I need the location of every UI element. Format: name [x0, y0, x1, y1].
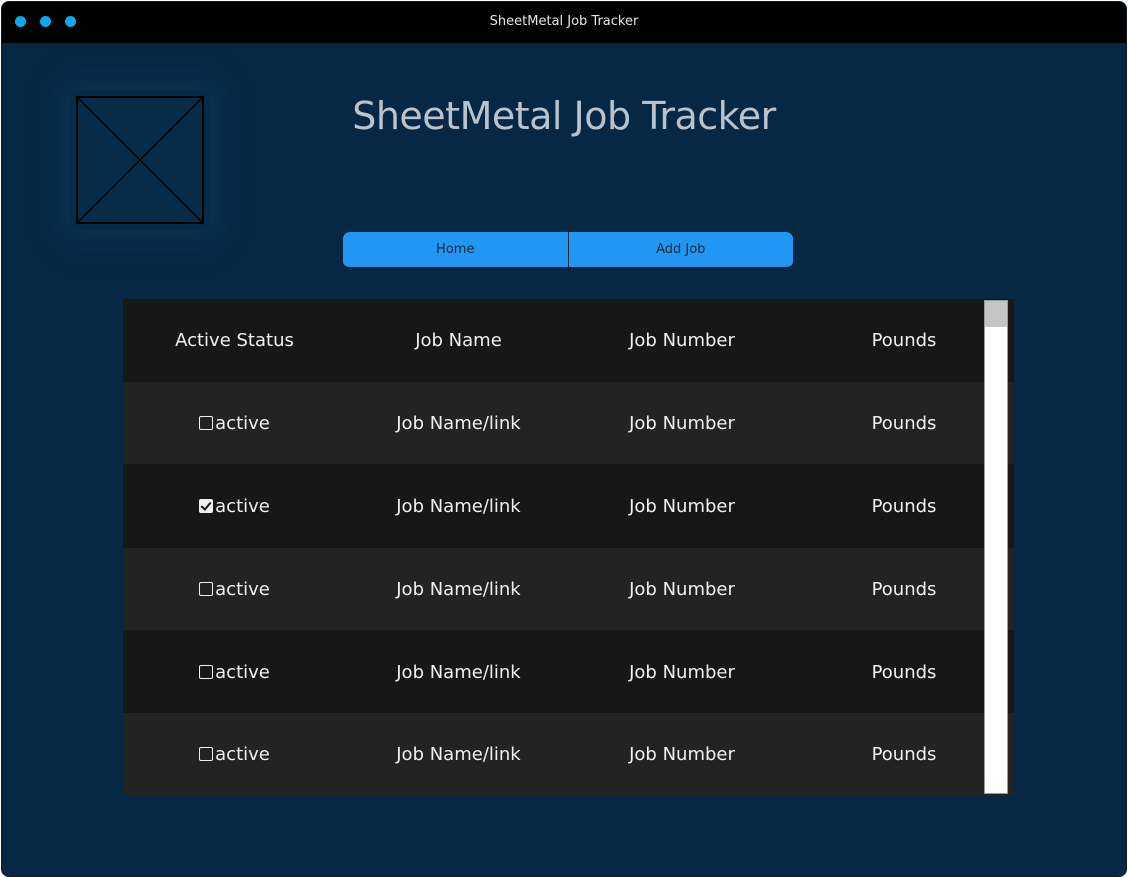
table-row: active Job Name/link Job Number Pounds	[123, 631, 1014, 713]
job-number-cell: Job Number	[629, 495, 735, 517]
pounds-cell: Pounds	[871, 743, 937, 765]
table-row: active Job Name/link Job Number Pounds	[123, 713, 1014, 795]
job-name-link[interactable]: Job Name/link	[346, 382, 571, 464]
status-label: active	[215, 412, 270, 434]
active-checkbox[interactable]	[199, 416, 214, 430]
scrollbar-thumb[interactable]	[985, 301, 1007, 327]
status-label: active	[215, 495, 270, 517]
status-cell: active	[123, 713, 346, 795]
pounds-cell: Pounds	[871, 578, 937, 600]
column-header-active-status: Active Status	[175, 329, 294, 351]
table-header-row: Active Status Job Name Job Number Pounds	[123, 299, 1014, 381]
home-button[interactable]: Home	[343, 232, 568, 267]
column-header-job-name: Job Name	[415, 329, 502, 351]
pounds-cell: Pounds	[871, 495, 937, 517]
status-label: active	[215, 661, 270, 683]
window-title: SheetMetal Job Tracker	[489, 14, 639, 29]
job-number-cell: Job Number	[629, 661, 735, 683]
column-header-pounds: Pounds	[871, 329, 937, 351]
table-row: active Job Name/link Job Number Pounds	[123, 465, 1014, 547]
table-scrollbar[interactable]	[984, 300, 1008, 794]
job-number-cell: Job Number	[629, 743, 735, 765]
status-cell: active	[123, 548, 346, 630]
table-row: active Job Name/link Job Number Pounds	[123, 548, 1014, 630]
job-number-cell: Job Number	[629, 578, 735, 600]
column-header-job-number: Job Number	[629, 329, 735, 351]
job-name-link[interactable]: Job Name/link	[346, 713, 571, 795]
pounds-cell: Pounds	[871, 412, 937, 434]
nav-bar: Home Add Job	[343, 232, 793, 269]
title-bar: SheetMetal Job Tracker	[2, 2, 1126, 43]
status-cell: active	[123, 631, 346, 713]
status-cell: active	[123, 465, 346, 547]
active-checkbox[interactable]	[199, 582, 214, 596]
add-job-button[interactable]: Add Job	[569, 232, 794, 267]
status-cell: active	[123, 382, 346, 464]
job-name-link[interactable]: Job Name/link	[346, 548, 571, 630]
jobs-table: Active Status Job Name Job Number Pounds…	[123, 299, 1014, 795]
table-row: active Job Name/link Job Number Pounds	[123, 382, 1014, 464]
job-number-cell: Job Number	[629, 412, 735, 434]
status-label: active	[215, 743, 270, 765]
job-name-link[interactable]: Job Name/link	[346, 631, 571, 713]
active-checkbox[interactable]	[199, 665, 214, 679]
page-title: SheetMetal Job Tracker	[352, 94, 776, 138]
app-window: SheetMetal Job Tracker SheetMetal Job Tr…	[1, 1, 1127, 877]
job-name-link[interactable]: Job Name/link	[346, 465, 571, 547]
active-checkbox[interactable]	[199, 747, 214, 761]
active-checkbox[interactable]	[199, 499, 214, 513]
status-label: active	[215, 578, 270, 600]
pounds-cell: Pounds	[871, 661, 937, 683]
